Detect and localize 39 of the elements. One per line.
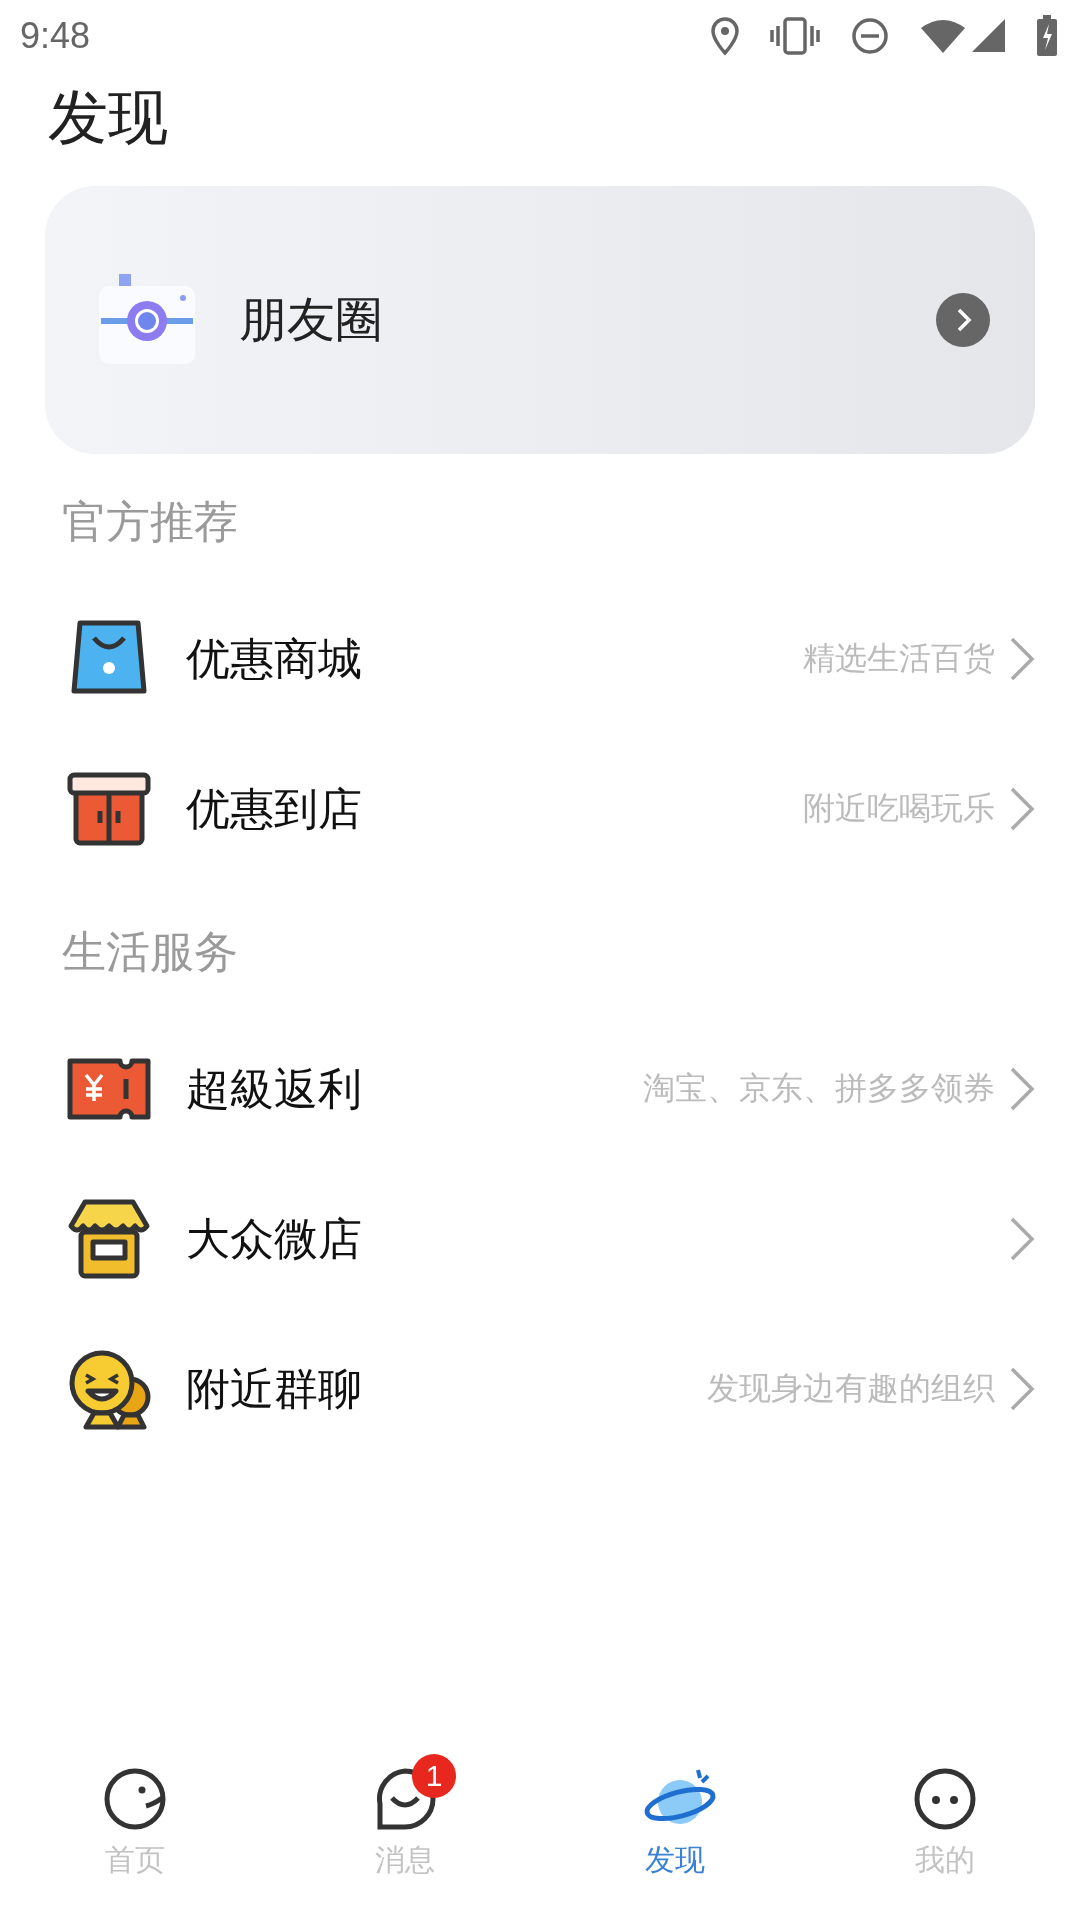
battery-icon [1036, 15, 1058, 57]
chevron-right-icon [1009, 1066, 1035, 1112]
list-item[interactable]: 优惠到店 附近吃喝玩乐 [0, 734, 1080, 884]
item-subtitle: 精选生活百货 [803, 638, 995, 679]
section-header: 生活服务 [62, 925, 239, 979]
page-title: 发现 [48, 81, 169, 154]
moments-card[interactable]: 朋友圈 [45, 186, 1035, 454]
list-item[interactable]: 优惠商城 精选生活百货 [0, 584, 1080, 734]
vibrate-icon [770, 16, 820, 56]
location-icon [710, 16, 740, 56]
chevron-right-icon [1009, 1216, 1035, 1262]
nav-tab[interactable]: 1 消息 [270, 1750, 540, 1900]
list-item[interactable]: 超級返利 淘宝、京东、拼多多领券 [0, 1014, 1080, 1164]
status-time: 9:48 [20, 15, 91, 57]
item-label: 超級返利 [186, 1061, 362, 1116]
face-icon [912, 1766, 978, 1832]
chevron-right-icon [1009, 636, 1035, 682]
list-item[interactable]: 附近群聊 发现身边有趣的组织 [0, 1314, 1080, 1464]
item-label: 大众微店 [186, 1211, 362, 1266]
moments-label: 朋友圈 [239, 290, 384, 349]
section-header: 官方推荐 [62, 495, 239, 549]
item-subtitle: 附近吃喝玩乐 [803, 788, 995, 829]
item-label: 附近群聊 [186, 1361, 362, 1416]
item-subtitle: 发现身边有趣的组织 [707, 1368, 995, 1409]
storefront-icon [66, 771, 152, 847]
signal-icon [972, 18, 1006, 52]
shop-stall-icon [67, 1198, 151, 1280]
item-label: 优惠商城 [186, 631, 362, 686]
item-label: 优惠到店 [186, 781, 362, 836]
nav-tab[interactable]: 发现 [540, 1750, 810, 1900]
chevron-right-icon [1009, 1366, 1035, 1412]
chevron-right-icon [1009, 786, 1035, 832]
wifi-icon [920, 18, 966, 54]
item-subtitle: 淘宝、京东、拼多多领券 [643, 1068, 995, 1109]
chevron-circle-icon [936, 293, 990, 347]
smiley-icon [102, 1766, 168, 1832]
do-not-disturb-icon [850, 16, 890, 56]
unread-badge: 1 [412, 1754, 456, 1798]
list-item[interactable]: 大众微店 [0, 1164, 1080, 1314]
